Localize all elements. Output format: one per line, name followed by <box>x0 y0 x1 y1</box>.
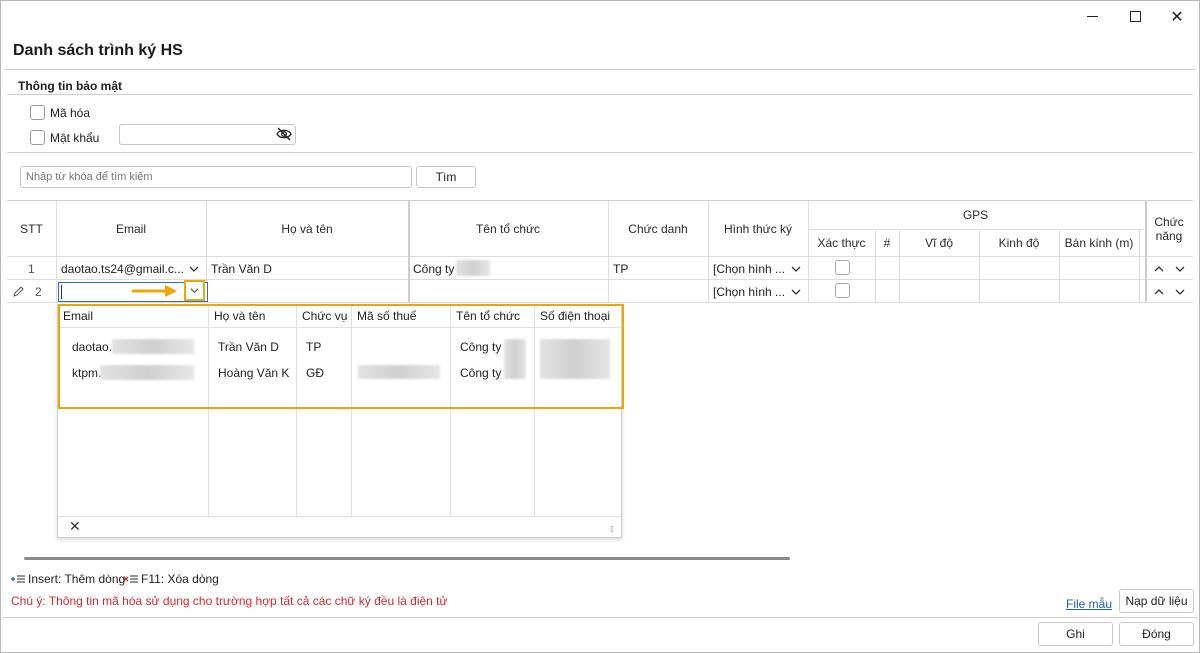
row-1-verify-checkbox[interactable] <box>835 260 850 275</box>
sample-file-link[interactable]: File mẫu <box>1066 597 1112 611</box>
header-hash[interactable]: # <box>875 236 899 250</box>
password-checkbox[interactable] <box>30 130 45 145</box>
row-2-stt: 2 <box>35 285 42 299</box>
minimize-icon <box>1086 15 1098 17</box>
chevron-down-icon <box>190 288 199 294</box>
header-name[interactable]: Họ và tên <box>206 222 408 236</box>
redacted-text <box>456 260 490 276</box>
row-2-verify-checkbox[interactable] <box>835 283 850 298</box>
popup-highlight-frame <box>58 304 624 409</box>
edit-pencil-icon <box>13 286 24 297</box>
grid-header-divider <box>7 256 1193 257</box>
col-divider <box>1139 229 1140 302</box>
header-lat[interactable]: Vĩ độ <box>899 236 979 250</box>
insert-hint-text: Insert: Thêm dòng <box>28 572 126 586</box>
encrypt-label: Mã hóa <box>50 106 91 120</box>
security-section-title: Thông tin bảo mật <box>18 79 122 93</box>
load-data-button[interactable]: Nạp dữ liệu <box>1119 589 1194 613</box>
col-divider <box>56 201 57 302</box>
chevron-down-icon[interactable] <box>791 287 801 297</box>
header-verify[interactable]: Xác thực <box>808 236 875 250</box>
text-caret <box>61 285 62 299</box>
delete-row-icon <box>123 575 138 583</box>
delete-hint-text: F11: Xóa dòng <box>141 572 219 586</box>
chevron-down-icon[interactable] <box>791 264 801 274</box>
dialog-title: Danh sách trình ký HS <box>13 42 183 59</box>
search-button[interactable]: Tìm <box>416 166 476 188</box>
horizontal-scrollbar[interactable] <box>24 557 790 560</box>
col-divider <box>608 201 609 302</box>
header-email[interactable]: Email <box>56 222 206 236</box>
header-gps: GPS <box>962 208 989 222</box>
row-1-org[interactable]: Công ty <box>413 262 454 276</box>
popup-close-icon[interactable]: ✕ <box>69 519 81 535</box>
col-divider <box>408 201 410 302</box>
divider <box>7 94 1193 95</box>
move-down-icon[interactable] <box>1175 264 1185 274</box>
row-2-sign-type[interactable]: [Chọn hình ... <box>713 285 785 299</box>
header-stt[interactable]: STT <box>7 222 56 236</box>
eye-slash-icon[interactable] <box>276 127 292 141</box>
insert-hint: Insert: Thêm dòng <box>10 572 125 586</box>
search-input[interactable] <box>20 166 412 188</box>
close-button[interactable]: Đóng <box>1119 622 1194 646</box>
minimize-button[interactable] <box>1079 4 1105 28</box>
header-function: Chức năng <box>1154 215 1184 243</box>
row-1-email[interactable]: daotao.ts24@gmail.c... <box>61 262 184 276</box>
divider <box>2 617 1198 618</box>
arrow-right-icon <box>132 285 177 297</box>
popup-footer-divider <box>58 516 621 517</box>
divider <box>4 69 1195 70</box>
save-button[interactable]: Ghi <box>1038 622 1113 646</box>
insert-row-icon <box>11 575 25 583</box>
maximize-button[interactable] <box>1122 4 1148 28</box>
row-1-sign-type[interactable]: [Chọn hình ... <box>713 262 785 276</box>
row-1-stt: 1 <box>28 262 35 276</box>
header-sign-type[interactable]: Hình thức ký <box>708 222 808 236</box>
move-up-icon[interactable] <box>1154 287 1164 297</box>
header-org[interactable]: Tên tổ chức <box>408 222 608 236</box>
divider <box>7 152 1193 153</box>
encryption-note: Chú ý: Thông tin mã hóa sử dụng cho trườ… <box>11 594 448 608</box>
chevron-down-icon[interactable] <box>189 264 199 274</box>
email-dropdown-button[interactable] <box>184 280 205 301</box>
row-divider <box>7 302 1193 303</box>
close-icon: ✕ <box>1170 6 1184 26</box>
maximize-icon <box>1129 10 1141 22</box>
password-label: Mật khẩu <box>50 131 100 145</box>
encrypt-checkbox[interactable] <box>30 105 45 120</box>
col-divider <box>708 201 709 302</box>
resize-grip-icon[interactable]: ⁞⁞ <box>610 525 614 534</box>
row-1-title[interactable]: TP <box>613 262 628 276</box>
move-up-icon[interactable] <box>1154 264 1164 274</box>
header-lng[interactable]: Kinh độ <box>979 236 1059 250</box>
header-radius[interactable]: Bán kính (m) <box>1059 236 1139 250</box>
header-title[interactable]: Chức danh <box>608 222 708 236</box>
gps-subheader-divider <box>808 229 1143 230</box>
password-input[interactable] <box>119 124 296 145</box>
move-down-icon[interactable] <box>1175 287 1185 297</box>
close-window-button[interactable]: ✕ <box>1164 4 1190 28</box>
delete-hint: F11: Xóa dòng <box>123 572 219 586</box>
row-1-name[interactable]: Trần Văn D <box>211 262 272 276</box>
